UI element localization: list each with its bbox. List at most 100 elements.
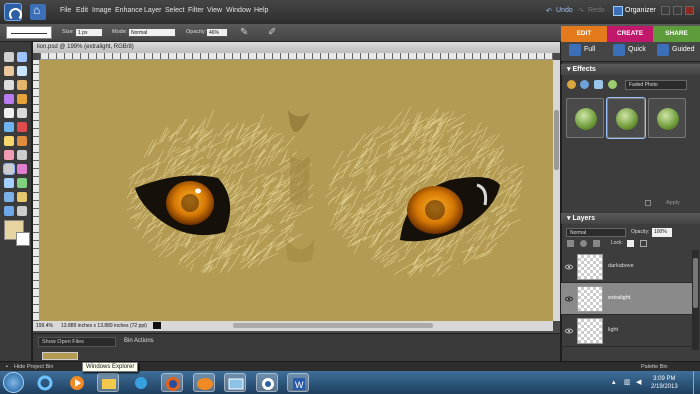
tab-create[interactable]: CREATE [607,26,653,42]
guided-edit-button[interactable]: Guided [672,46,695,53]
tab-edit[interactable]: EDIT [561,26,607,42]
eyedropper-tool-icon[interactable] [17,66,27,76]
system-clock[interactable]: 3:09 PM 2/19/2013 [651,375,678,391]
document-title[interactable]: lion.psd @ 199% (extralight, RGB/8) [33,42,560,53]
healing-tool-icon[interactable] [4,136,14,146]
vertical-scroll-thumb[interactable] [554,110,559,170]
sponge-tool-icon[interactable] [17,192,27,202]
brush-tool-icon[interactable] [3,163,15,175]
home-icon[interactable] [30,3,46,20]
menu-file[interactable]: File [60,7,71,19]
vertical-scrollbar[interactable] [553,60,560,321]
network-icon[interactable]: ▥ [624,378,631,386]
crop-tool-icon[interactable] [17,108,27,118]
apply-button[interactable]: Apply [666,200,680,206]
magic-wand-tool-icon[interactable] [4,94,14,104]
pencil-tool-icon[interactable] [17,150,27,160]
close-button[interactable] [685,6,694,15]
windows-explorer-icon[interactable] [97,373,119,392]
show-hidden-icons[interactable]: ▴ [612,378,616,386]
background-color-swatch[interactable] [16,232,30,246]
app-icon[interactable] [130,373,152,392]
smart-brush-tool-icon[interactable] [17,164,27,174]
clone-stamp-tool-icon[interactable] [17,136,27,146]
hide-project-bin-button[interactable]: Hide Project Bin [14,364,53,370]
marquee-tool-icon[interactable] [4,80,14,90]
delete-effect-icon[interactable] [645,200,651,206]
recompose-tool-icon[interactable] [17,206,27,216]
layers-header[interactable]: ▾ Layers [561,213,700,224]
effect-thumb-2[interactable] [606,97,646,139]
visibility-eye-icon[interactable] [565,264,573,270]
shape-tool-icon[interactable] [4,206,14,216]
all-effects-icon[interactable] [608,80,617,89]
menu-help[interactable]: Help [254,7,268,19]
menu-layer[interactable]: Layer [144,7,162,19]
maximize-button[interactable] [673,6,682,15]
opacity-field[interactable]: 46% [206,28,228,37]
layers-scroll-thumb[interactable] [693,258,698,308]
horizontal-scrollbar[interactable] [233,323,433,328]
redo-button[interactable]: Redo [588,7,605,14]
menu-view[interactable]: View [207,7,222,19]
start-button[interactable] [3,372,24,393]
palette-bin-button[interactable]: Palette Bin [641,364,668,370]
hide-bin-icon[interactable]: ▪ [6,364,8,370]
brush-preview[interactable] [6,26,52,39]
lasso-tool-icon[interactable] [17,80,27,90]
new-layer-icon[interactable] [567,240,574,247]
size-field[interactable]: 1 px [75,28,103,37]
lock-all-icon[interactable] [640,240,647,247]
effects-filter-select[interactable]: Faded Photo [625,80,687,90]
delete-layer-icon[interactable] [593,240,600,247]
menu-edit[interactable]: Edit [76,7,88,19]
menu-image[interactable]: Image [92,7,111,19]
tab-share[interactable]: SHARE [653,26,700,42]
full-edit-button[interactable]: Full [584,46,595,53]
undo-icon[interactable]: ↶ [546,7,552,15]
effect-thumb-3[interactable] [648,98,686,138]
word-icon[interactable]: W [287,373,309,392]
bin-actions-menu[interactable]: Bin Actions [124,338,154,344]
filters-icon[interactable] [567,80,576,89]
organizer-button[interactable]: Organizer [625,7,656,14]
elements-organizer-icon[interactable] [256,373,278,392]
menu-enhance[interactable]: Enhance [115,7,143,19]
zoom-level[interactable]: 199.4% [36,323,53,329]
volume-icon[interactable]: ◀ [636,378,641,386]
redo-icon[interactable]: ↷ [578,7,584,15]
bin-thumbnail[interactable] [42,352,78,360]
move-tool-icon[interactable] [4,52,14,62]
type-tool-icon[interactable] [4,108,14,118]
mode-select[interactable]: Normal [128,28,176,37]
paint-bucket-tool-icon[interactable] [4,178,14,188]
show-desktop-button[interactable] [693,371,700,394]
gradient-tool-icon[interactable] [17,178,27,188]
menu-filter[interactable]: Filter [188,7,204,19]
visibility-eye-icon[interactable] [565,296,573,302]
blend-mode-select[interactable]: Normal [566,228,626,237]
menu-select[interactable]: Select [165,7,184,19]
ie-icon[interactable] [34,373,56,392]
photo-effects-icon[interactable] [594,80,603,89]
show-files-select[interactable]: Show Open Files [38,337,116,347]
undo-button[interactable]: Undo [556,7,573,14]
visibility-eye-icon[interactable] [565,328,573,334]
layer-row-light[interactable]: light [561,315,692,347]
brush-settings-icon[interactable]: ✐ [268,27,276,38]
layer-opacity-field[interactable]: 100% [652,228,672,237]
firefox-icon[interactable] [161,373,183,392]
red-eye-tool-icon[interactable] [17,122,27,132]
layer-row-extralight[interactable]: extralight [561,283,692,315]
lock-transparent-icon[interactable] [627,240,634,247]
quick-edit-button[interactable]: Quick [628,46,646,53]
image-canvas[interactable] [40,60,553,321]
menu-window[interactable]: Window [226,7,251,19]
quick-selection-tool-icon[interactable] [17,94,27,104]
hand-tool-icon[interactable] [4,66,14,76]
adjustment-layer-icon[interactable] [580,240,587,247]
blur-tool-icon[interactable] [4,192,14,202]
minimize-button[interactable] [661,6,670,15]
layer-styles-icon[interactable] [580,80,589,89]
zoom-tool-icon[interactable] [17,52,27,62]
